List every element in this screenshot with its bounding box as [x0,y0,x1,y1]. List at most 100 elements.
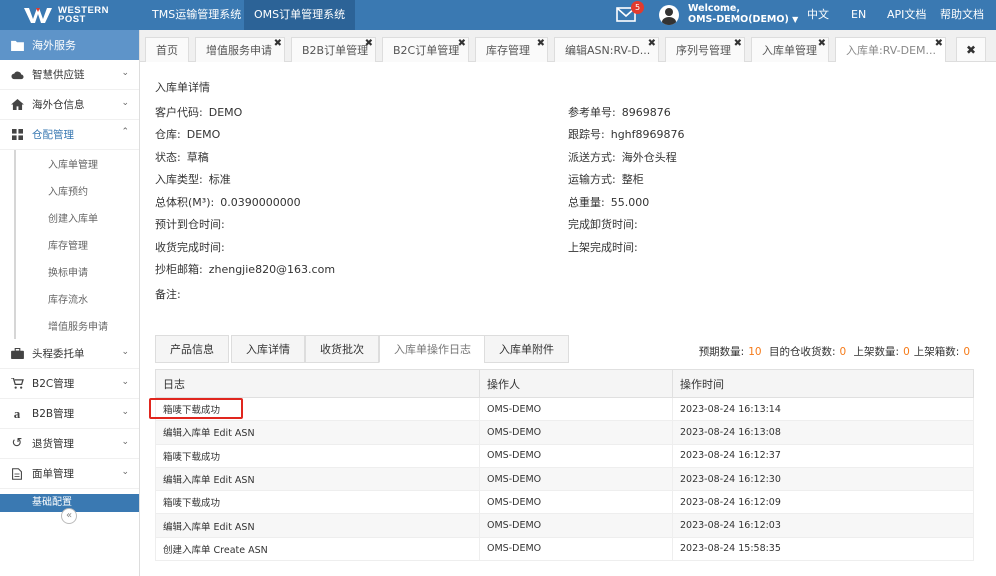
cell-operator: OMS-DEMO [479,490,673,515]
close-icon[interactable]: ✖ [537,38,545,56]
table-row[interactable]: 编辑入库单 Edit ASN OMS-DEMO 2023-08-24 16:13:0… [155,420,974,445]
lang-zh-link[interactable]: 中文 [807,0,829,30]
mail-count-badge: 5 [631,1,644,14]
column-header-time[interactable]: 操作时间 [672,369,974,398]
sidebar-item-supply-chain[interactable]: 智慧供应链 ⌄ [0,60,139,90]
cloud-icon [10,70,24,80]
cell-time: 2023-08-24 16:12:30 [672,467,974,492]
field-total-weight: 总重量: 55.000 [568,196,650,209]
cell-operator: OMS-DEMO [479,537,673,562]
close-icon[interactable]: ✖ [935,38,943,56]
sidebar-item-first-leg[interactable]: 头程委托单 ⌄ [0,339,139,369]
folder-icon [10,40,24,51]
user-avatar-icon[interactable] [659,5,679,25]
shelved-boxes-label: 上架箱数: [913,346,960,358]
sidebar-item-b2b[interactable]: a B2B管理 ⌄ [0,399,139,429]
column-header-operator[interactable]: 操作人 [479,369,673,398]
sidebar-item-overseas-warehouse[interactable]: 海外仓信息 ⌄ [0,90,139,120]
cell-log: 箱唛下载成功 [155,444,480,468]
return-icon: ↺ [11,436,23,451]
field-status: 状态: 草稿 [155,151,209,164]
tab-inbound-details[interactable]: 入库详情 [231,335,305,363]
help-docs-link[interactable]: 帮助文档 [940,0,984,30]
table-row[interactable]: 箱唛下载成功 OMS-DEMO 2023-08-24 16:13:14 [155,397,974,422]
tab-attachments[interactable]: 入库单附件 [484,335,569,363]
brand-logo[interactable]: WESTERN POST [0,0,140,30]
sidebar-item-label: B2B管理 [32,408,75,420]
close-icon[interactable]: ✖ [648,38,656,56]
cell-operator: OMS-DEMO [479,397,673,422]
chevron-down-icon: ⌄ [121,68,129,78]
sidebar-item-label: 仓配管理 [32,129,74,141]
tab-label: 增值服务申请 [206,44,272,57]
cell-operator: OMS-DEMO [479,513,673,538]
close-all-tabs-icon[interactable]: ✖ [956,37,986,62]
sidebar-header[interactable]: 海外服务 [0,30,139,60]
sidebar-item-label: B2C管理 [32,378,75,390]
cell-operator: OMS-DEMO [479,444,673,468]
system-tab-tms[interactable]: TMS运输管理系统 [142,0,251,30]
sidebar-subitem-inbound-mgmt[interactable]: 入库单管理 [14,150,139,177]
tab-inbound-detail[interactable]: 入库单:RV-DEM... ✖ [835,37,946,62]
chevron-up-icon: ⌃ [121,127,129,137]
operation-log-table: 日志 操作人 操作时间 箱唛下载成功 OMS-DEMO 2023-08-24 16:… [155,369,974,562]
lang-en-link[interactable]: EN [851,0,866,30]
sidebar-item-label: 退货管理 [32,438,74,450]
column-header-log[interactable]: 日志 [155,369,480,398]
tab-product-info[interactable]: 产品信息 [155,335,229,363]
cell-time: 2023-08-24 16:13:14 [672,397,974,422]
sidebar-subitem-inventory[interactable]: 库存管理 [14,231,139,258]
tab-value-added[interactable]: 增值服务申请 ✖ [195,37,285,62]
table-row[interactable]: 创建入库单 Create ASN OMS-DEMO 2023-08-24 15:58… [155,537,974,562]
chevron-down-icon: ⌄ [121,467,129,477]
sidebar-subitem-value-added[interactable]: 增值服务申请 [14,312,139,339]
tab-receiving-batches[interactable]: 收货批次 [305,335,379,363]
field-reference-no: 参考单号: 8969876 [568,106,671,119]
cell-log: 编辑入库单 Edit ASN [155,513,480,538]
main-content: 入库单详情 客户代码: DEMO 仓库: DEMO 状态: 草稿 入库类型: 标准 总体… [140,62,996,576]
tab-b2c-orders[interactable]: B2C订单管理 ✖ [382,37,469,62]
table-row[interactable]: 箱唛下载成功 OMS-DEMO 2023-08-24 16:12:09 [155,490,974,515]
sidebar-subitem-inbound-appointment[interactable]: 入库预约 [14,177,139,204]
collapse-sidebar-icon[interactable]: « [61,508,77,524]
tab-inbound-mgmt[interactable]: 入库单管理 ✖ [751,37,829,62]
sidebar-item-warehouse-mgmt[interactable]: 仓配管理 ⌃ [0,120,139,150]
system-tab-oms[interactable]: OMS订单管理系统 [244,0,356,30]
tab-b2b-orders[interactable]: B2B订单管理 ✖ [291,37,376,62]
chevron-down-icon: ⌄ [121,407,129,417]
field-remarks: 备注: [155,288,181,301]
sidebar-subitem-create-inbound[interactable]: 创建入库单 [14,204,139,231]
field-received-time: 收货完成时间: [155,241,225,254]
sidebar-item-label: 面单管理 [32,468,74,480]
close-icon[interactable]: ✖ [458,38,466,56]
shelved-qty: 0 [903,346,910,358]
sidebar-item-labels[interactable]: 面单管理 ⌄ [0,459,139,489]
tab-edit-asn[interactable]: 编辑ASN:RV-D... ✖ [554,37,659,62]
close-icon[interactable]: ✖ [734,38,742,56]
chevron-down-icon: ⌄ [121,347,129,357]
sidebar-item-returns[interactable]: ↺ 退货管理 ⌄ [0,429,139,459]
welcome-text: Welcome, [688,3,740,14]
table-row[interactable]: 编辑入库单 Edit ASN OMS-DEMO 2023-08-24 16:12:3… [155,467,974,492]
tab-operation-log[interactable]: 入库单操作日志 [379,335,486,363]
table-row[interactable]: 编辑入库单 Edit ASN OMS-DEMO 2023-08-24 16:12:0… [155,513,974,538]
tab-home[interactable]: 首页 [145,37,189,62]
cell-operator: OMS-DEMO [479,420,673,445]
tab-label: 入库单:RV-DEM... [846,44,936,57]
table-row[interactable]: 箱唛下载成功 OMS-DEMO 2023-08-24 16:12:37 [155,444,974,468]
close-icon[interactable]: ✖ [274,38,282,56]
tab-serial-numbers[interactable]: 序列号管理 ✖ [665,37,745,62]
tab-inventory[interactable]: 库存管理 ✖ [475,37,548,62]
close-icon[interactable]: ✖ [818,38,826,56]
user-menu[interactable]: Welcome, OMS-DEMO(DEMO) ▼ [688,3,798,25]
page-title: 入库单详情 [155,81,210,94]
api-docs-link[interactable]: API文档 [887,0,926,30]
sidebar-subitem-relabel[interactable]: 换标申请 [14,258,139,285]
sidebar-header-label: 海外服务 [32,39,76,52]
sidebar-subitem-inventory-flow[interactable]: 库存流水 [14,285,139,312]
logo-w-icon [24,8,52,23]
close-icon[interactable]: ✖ [365,38,373,56]
sidebar-item-b2c[interactable]: B2C管理 ⌄ [0,369,139,399]
sidebar-item-label: 智慧供应链 [32,69,85,81]
user-name: OMS-DEMO(DEMO) [688,14,789,25]
